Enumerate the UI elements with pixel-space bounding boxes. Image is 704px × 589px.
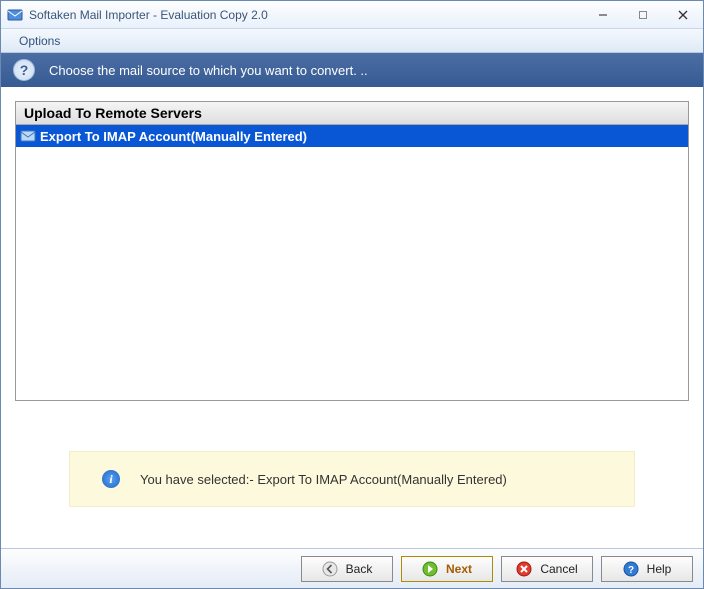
back-label: Back (346, 562, 373, 576)
close-icon (678, 10, 688, 20)
minimize-button[interactable] (583, 4, 623, 26)
back-icon (322, 561, 338, 577)
maximize-button[interactable] (623, 4, 663, 26)
next-icon (422, 561, 438, 577)
menu-options[interactable]: Options (13, 32, 66, 50)
window-controls (583, 4, 703, 26)
help-button[interactable]: ? Help (601, 556, 693, 582)
help-label: Help (647, 562, 672, 576)
minimize-icon (598, 10, 608, 20)
instruction-bar: ? Choose the mail source to which you wa… (1, 53, 703, 87)
next-button[interactable]: Next (401, 556, 493, 582)
selection-notice: i You have selected:- Export To IMAP Acc… (69, 451, 635, 507)
list-item-label: Export To IMAP Account(Manually Entered) (40, 129, 307, 144)
mail-icon (20, 128, 36, 144)
help-button-icon: ? (623, 561, 639, 577)
back-button[interactable]: Back (301, 556, 393, 582)
menubar: Options (1, 29, 703, 53)
app-icon (7, 7, 23, 23)
source-list-panel: Upload To Remote Servers Export To IMAP … (15, 101, 689, 401)
window-title: Softaken Mail Importer - Evaluation Copy… (29, 8, 583, 22)
help-icon: ? (13, 59, 35, 81)
notice-text: You have selected:- Export To IMAP Accou… (140, 472, 507, 487)
instruction-text: Choose the mail source to which you want… (49, 63, 368, 78)
list-item-imap[interactable]: Export To IMAP Account(Manually Entered) (16, 125, 688, 147)
info-icon: i (102, 470, 120, 488)
svg-text:?: ? (628, 565, 634, 576)
footer-bar: Back Next Cancel ? Help (1, 548, 703, 588)
content-area: Upload To Remote Servers Export To IMAP … (7, 91, 697, 546)
list-header: Upload To Remote Servers (16, 102, 688, 125)
cancel-icon (516, 561, 532, 577)
maximize-icon (638, 10, 648, 20)
cancel-button[interactable]: Cancel (501, 556, 593, 582)
app-window: Softaken Mail Importer - Evaluation Copy… (0, 0, 704, 589)
next-label: Next (446, 562, 472, 576)
cancel-label: Cancel (540, 562, 577, 576)
close-button[interactable] (663, 4, 703, 26)
titlebar: Softaken Mail Importer - Evaluation Copy… (1, 1, 703, 29)
